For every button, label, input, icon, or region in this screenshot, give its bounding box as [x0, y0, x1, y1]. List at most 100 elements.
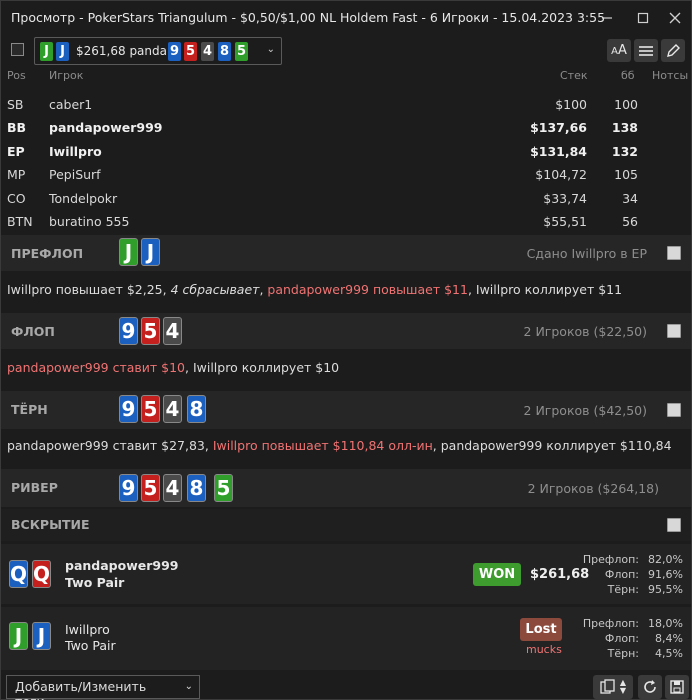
save-icon [670, 680, 684, 694]
combo-board-card: 8 [218, 42, 231, 61]
street-label: РИВЕР [11, 480, 58, 495]
player-row[interactable]: MP PepiSurf $104,72 105 [1, 163, 691, 186]
equity-label: Тёрн: [607, 647, 639, 660]
chevron-down-icon: ⌄ [266, 44, 275, 55]
title-bar: Просмотр - PokerStars Triangulum - $0,50… [1, 1, 691, 35]
col-header-player: Игрок [49, 69, 84, 82]
showdown-row: Q Q pandapower999 Two Pair WON $261,68 П… [1, 544, 691, 604]
combo-board-card: 4 [201, 42, 214, 61]
street-showdown-header: ВСКРЫТИЕ [1, 509, 691, 541]
board-card: 4 [163, 474, 182, 502]
board-card: 9 [119, 474, 138, 502]
action-text: , Iwillpro коллирует $11 [467, 282, 623, 297]
showdown-card: J [32, 622, 51, 650]
pencil-icon [667, 43, 680, 57]
player-name: buratino 555 [49, 214, 130, 229]
note-icon[interactable] [667, 246, 681, 260]
player-bb: 132 [611, 144, 638, 159]
street-info: 2 Игроков ($42,50) [523, 403, 647, 418]
list-icon [639, 45, 653, 56]
note-icon[interactable] [667, 403, 681, 417]
player-row[interactable]: EP Iwillpro $131,84 132 [1, 140, 691, 163]
note-icon[interactable] [667, 518, 681, 532]
action-text: , pandapower999 коллирует $110,84 [432, 438, 672, 453]
street-turn-header: ТЁРН 9 5 4 8 2 Игроков ($42,50) [1, 391, 691, 429]
player-pos: EP [7, 144, 25, 159]
street-info: 2 Игроков ($264,18) [527, 481, 659, 496]
player-stack: $100 [555, 97, 587, 112]
equity-value: 95,5% [648, 583, 683, 596]
action-text: Iwillpro повышает $2,25, [7, 282, 171, 297]
action-text: pandapower999 ставит $10 [7, 360, 185, 375]
player-row[interactable]: SB caber1 $100 100 [1, 93, 691, 116]
col-header-pos: Pos [7, 69, 26, 82]
refresh-button[interactable] [638, 675, 662, 699]
showdown-hand: Two Pair [65, 575, 125, 590]
turn-actions: pandapower999 ставит $27,83, Iwillpro по… [7, 438, 672, 453]
font-size-button[interactable]: AA [607, 39, 631, 62]
street-label: ФЛОП [11, 324, 55, 339]
save-button[interactable] [665, 675, 689, 699]
equity-value: 82,0% [648, 553, 683, 566]
player-stack: $55,51 [543, 214, 587, 229]
board-card: 8 [187, 474, 206, 502]
list-view-button[interactable] [634, 39, 658, 62]
action-text: pandapower999 ставит $27,83, [7, 438, 213, 453]
copy-button[interactable]: ▲ ▼ [593, 675, 633, 699]
close-button[interactable] [661, 5, 689, 31]
showdown-card: Q [32, 560, 51, 588]
combo-board-card: 5 [235, 42, 248, 61]
street-info: 2 Игроков ($22,50) [523, 324, 647, 339]
street-label: ВСКРЫТИЕ [11, 517, 90, 532]
minimize-button[interactable] [593, 5, 621, 31]
street-flop-header: ФЛОП 9 5 4 2 Игроков ($22,50) [1, 313, 691, 349]
player-bb: 138 [611, 120, 638, 135]
equity-label: Флоп: [604, 632, 639, 645]
player-pos: BB [7, 120, 27, 135]
player-pos: CO [7, 191, 26, 206]
player-bb: 100 [614, 97, 638, 112]
player-bb: 105 [614, 167, 638, 182]
board-card: 9 [119, 395, 138, 423]
street-label: ТЁРН [11, 402, 48, 417]
won-badge: WON [473, 563, 521, 586]
equity-label: Тёрн: [607, 583, 639, 596]
player-row[interactable]: BB pandapower999 $137,66 138 [1, 116, 691, 139]
player-row[interactable]: CO Tondelpokr $33,74 34 [1, 187, 691, 210]
footer-bar: Добавить/Изменить теги... ⌄ ▲▼ [1, 673, 691, 700]
col-header-stack: Стек [560, 69, 588, 82]
board-card: 5 [214, 474, 233, 502]
maximize-icon [637, 12, 649, 24]
edit-button[interactable] [661, 39, 685, 62]
equity-label: Флоп: [604, 568, 639, 581]
action-text: , Iwillpro коллирует $10 [185, 360, 340, 375]
select-hand-checkbox[interactable] [11, 43, 24, 56]
equity-value: 4,5% [655, 647, 683, 660]
player-stack: $137,66 [530, 120, 587, 135]
equity-value: 8,4% [655, 632, 683, 645]
street-river-header: РИВЕР 9 5 4 8 5 2 Игроков ($264,18) [1, 469, 691, 507]
player-row[interactable]: BTN buratino 555 $55,51 56 [1, 210, 691, 233]
player-stack: $131,84 [530, 144, 587, 159]
player-name: caber1 [49, 97, 93, 112]
player-pos: MP [7, 167, 26, 182]
won-amount: $261,68 [530, 567, 590, 582]
tags-dropdown[interactable]: Добавить/Изменить теги... ⌄ [6, 675, 200, 700]
font-size-icon: AA [611, 43, 627, 58]
chevron-down-icon: ⌄ [184, 681, 193, 692]
player-name: Iwillpro [49, 144, 102, 159]
board-card: 5 [141, 395, 160, 423]
hand-selector-combo[interactable]: J J $261,68 panda 9 5 4 8 5 ⌄ [34, 37, 282, 65]
maximize-button[interactable] [629, 5, 657, 31]
equity-value: 91,6% [648, 568, 683, 581]
showdown-player-name: pandapower999 [65, 558, 179, 573]
hand-replayer-window: Просмотр - PokerStars Triangulum - $0,50… [0, 0, 692, 700]
showdown-card: Q [9, 560, 28, 588]
board-card: 5 [141, 474, 160, 502]
lost-badge: Lost [520, 618, 562, 641]
board-card: 4 [163, 395, 182, 423]
tags-dropdown-label: Добавить/Изменить теги... [15, 679, 147, 700]
note-icon[interactable] [667, 324, 681, 338]
hole-card: J [141, 238, 160, 266]
board-card: 5 [141, 317, 160, 345]
